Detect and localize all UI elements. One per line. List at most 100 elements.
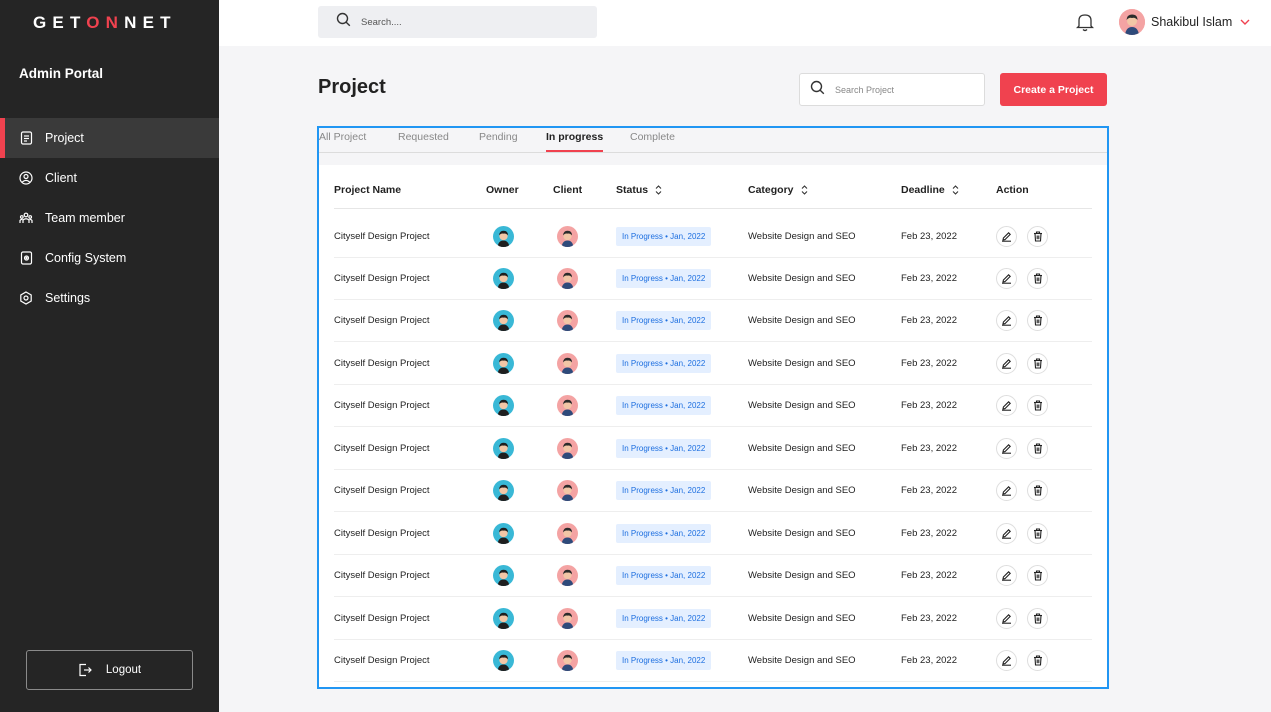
tab-pending[interactable]: Pending	[479, 131, 518, 143]
trash-icon	[1033, 443, 1042, 454]
owner-avatar[interactable]	[493, 565, 514, 587]
owner-cell	[493, 597, 514, 639]
status-cell: In Progress • Jan, 2022	[616, 597, 712, 639]
trash-icon	[1033, 612, 1042, 624]
edit-button[interactable]	[996, 650, 1017, 671]
sidebar-item-team-member[interactable]: Team member	[0, 198, 219, 238]
deadline-cell: Feb 23, 2022	[901, 655, 957, 666]
sidebar-item-client[interactable]: Client	[0, 158, 219, 198]
edit-button[interactable]	[996, 607, 1017, 629]
table-row[interactable]: Cityself Design Project In Progress • Ja…	[334, 342, 1092, 385]
owner-avatar[interactable]	[493, 395, 514, 417]
client-avatar[interactable]	[557, 310, 578, 332]
sidebar-item-label: Settings	[45, 291, 91, 305]
tab-all-project[interactable]: All Project	[319, 131, 366, 143]
portal-title: Admin Portal	[19, 66, 104, 81]
sidebar-nav: Project Client Team member Config System…	[0, 118, 219, 318]
edit-button[interactable]	[996, 267, 1017, 289]
client-avatar[interactable]	[557, 352, 578, 374]
owner-avatar[interactable]	[493, 650, 514, 671]
status-cell: In Progress • Jan, 2022	[616, 215, 712, 257]
delete-button[interactable]	[1027, 267, 1048, 289]
table-row[interactable]: Cityself Design Project In Progress • Ja…	[334, 512, 1092, 555]
project-search-input[interactable]	[835, 84, 975, 95]
action-cell	[996, 640, 1048, 682]
table-row[interactable]: Cityself Design Project In Progress • Ja…	[334, 555, 1092, 598]
notification-bell-icon[interactable]	[1075, 12, 1095, 32]
edit-button[interactable]	[996, 395, 1017, 417]
owner-avatar[interactable]	[493, 225, 514, 247]
user-circle-icon	[19, 171, 33, 185]
table-row[interactable]: Cityself Design Project In Progress • Ja…	[334, 427, 1092, 470]
column-header-label: Deadline	[901, 184, 945, 196]
sidebar-item-project[interactable]: Project	[0, 118, 219, 158]
delete-button[interactable]	[1027, 352, 1048, 374]
project-name: Cityself Design Project	[334, 612, 430, 624]
sidebar-item-config-system[interactable]: Config System	[0, 238, 219, 278]
edit-button[interactable]	[996, 225, 1017, 247]
delete-button[interactable]	[1027, 310, 1048, 332]
status-cell: In Progress • Jan, 2022	[616, 257, 712, 299]
delete-button[interactable]	[1027, 565, 1048, 587]
client-avatar[interactable]	[557, 225, 578, 247]
client-avatar[interactable]	[557, 395, 578, 417]
client-cell	[557, 512, 578, 554]
edit-button[interactable]	[996, 522, 1017, 544]
table-row[interactable]: Cityself Design Project In Progress • Ja…	[334, 597, 1092, 640]
delete-button[interactable]	[1027, 395, 1048, 417]
status-badge: In Progress • Jan, 2022	[616, 311, 712, 331]
sort-icon[interactable]	[801, 185, 808, 195]
table-row[interactable]: Cityself Design Project In Progress • Ja…	[334, 215, 1092, 258]
tab-in-progress[interactable]: In progress	[546, 131, 604, 152]
user-menu[interactable]: Shakibul Islam	[1119, 9, 1250, 35]
action-cell	[996, 597, 1048, 639]
client-avatar[interactable]	[557, 650, 578, 671]
table-row[interactable]: Cityself Design Project In Progress • Ja…	[334, 640, 1092, 682]
sort-icon[interactable]	[952, 185, 959, 195]
global-search-input[interactable]	[361, 16, 561, 28]
owner-avatar[interactable]	[493, 480, 514, 502]
owner-avatar[interactable]	[493, 267, 514, 289]
owner-avatar[interactable]	[493, 522, 514, 544]
tab-complete[interactable]: Complete	[630, 131, 675, 143]
owner-avatar[interactable]	[493, 437, 514, 459]
client-cell	[557, 597, 578, 639]
column-header-project-name: Project Name	[334, 184, 402, 196]
delete-button[interactable]	[1027, 607, 1048, 629]
edit-button[interactable]	[996, 480, 1017, 502]
owner-avatar[interactable]	[493, 607, 514, 629]
table-row[interactable]: Cityself Design Project In Progress • Ja…	[334, 470, 1092, 513]
client-cell	[557, 300, 578, 342]
table-row[interactable]: Cityself Design Project In Progress • Ja…	[334, 300, 1092, 343]
edit-button[interactable]	[996, 565, 1017, 587]
trash-icon	[1033, 400, 1042, 411]
client-avatar[interactable]	[557, 267, 578, 289]
table-row[interactable]: Cityself Design Project In Progress • Ja…	[334, 385, 1092, 428]
edit-button[interactable]	[996, 352, 1017, 374]
owner-avatar[interactable]	[493, 352, 514, 374]
delete-button[interactable]	[1027, 522, 1048, 544]
sidebar-item-settings[interactable]: Settings	[0, 278, 219, 318]
sort-icon[interactable]	[655, 185, 662, 195]
delete-button[interactable]	[1027, 225, 1048, 247]
delete-button[interactable]	[1027, 437, 1048, 459]
client-avatar[interactable]	[557, 437, 578, 459]
owner-avatar[interactable]	[493, 310, 514, 332]
client-avatar[interactable]	[557, 607, 578, 629]
delete-button[interactable]	[1027, 480, 1048, 502]
create-project-button[interactable]: Create a Project	[1000, 73, 1107, 106]
user-name: Shakibul Islam	[1151, 15, 1233, 29]
deadline-cell: Feb 23, 2022	[901, 272, 957, 284]
edit-button[interactable]	[996, 310, 1017, 332]
logout-button[interactable]: Logout	[26, 650, 193, 690]
delete-button[interactable]	[1027, 650, 1048, 671]
tab-requested[interactable]: Requested	[398, 131, 449, 143]
client-avatar[interactable]	[557, 565, 578, 587]
trash-icon	[1033, 358, 1042, 369]
edit-button[interactable]	[996, 437, 1017, 459]
logo-part-net: NET	[124, 13, 177, 32]
logo[interactable]: GETONNET	[33, 13, 177, 33]
table-row[interactable]: Cityself Design Project In Progress • Ja…	[334, 257, 1092, 300]
client-avatar[interactable]	[557, 522, 578, 544]
client-avatar[interactable]	[557, 480, 578, 502]
